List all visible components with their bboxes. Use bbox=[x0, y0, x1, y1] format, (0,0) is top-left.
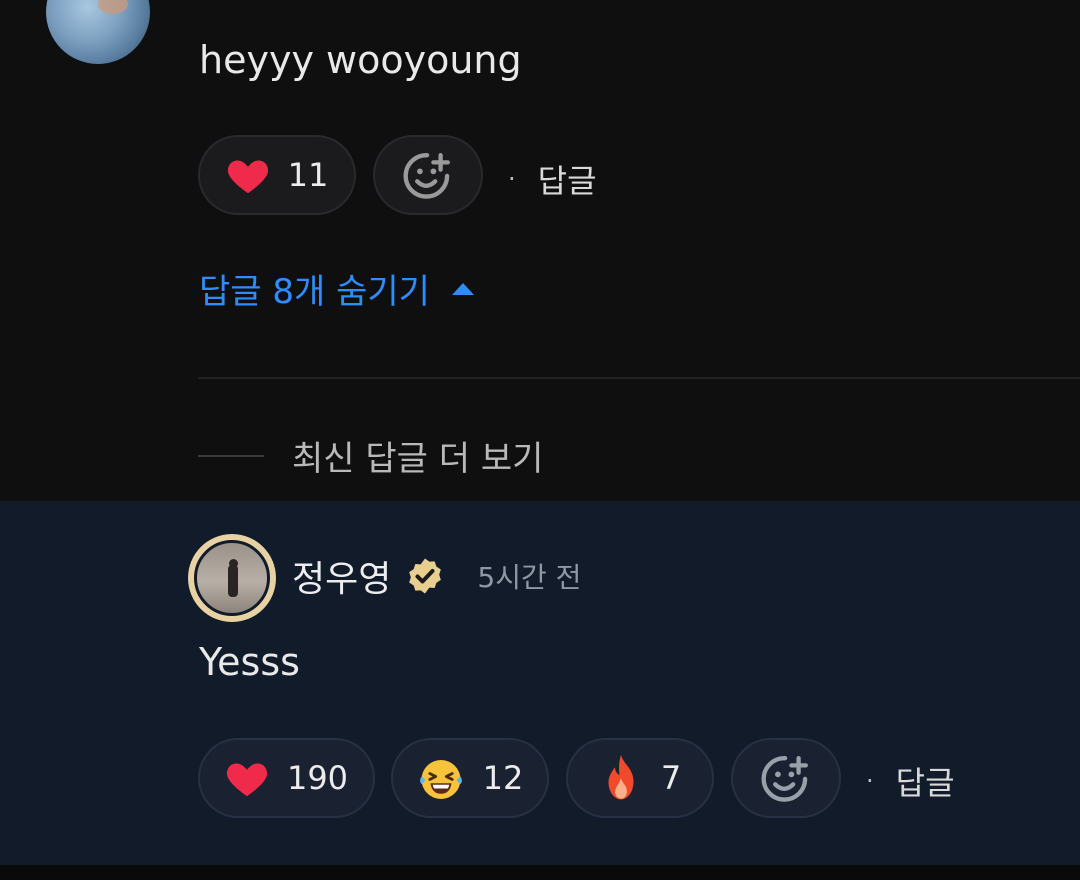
reply-link[interactable]: · 답글 bbox=[866, 758, 955, 804]
reply-link[interactable]: · 답글 bbox=[508, 156, 597, 202]
heart-count: 190 bbox=[286, 759, 349, 797]
heart-count: 11 bbox=[287, 156, 329, 194]
reply-timestamp: 5시간 전 bbox=[477, 561, 582, 594]
load-newer-replies[interactable]: 최신 답글 더 보기 bbox=[198, 431, 543, 480]
reply-header: 정우영 5시간 전 bbox=[292, 550, 581, 602]
add-reaction-button[interactable] bbox=[731, 738, 841, 818]
reply-link-label: 답글 bbox=[537, 162, 597, 200]
separator-dot: · bbox=[866, 767, 874, 795]
reply-author-avatar[interactable] bbox=[188, 534, 276, 622]
laugh-reaction-button[interactable]: 12 bbox=[391, 738, 549, 818]
heart-icon bbox=[226, 763, 268, 797]
heart-reaction-button[interactable]: 11 bbox=[198, 135, 356, 215]
hide-replies-toggle[interactable]: 답글 8개 숨기기 bbox=[199, 264, 474, 313]
chevron-up-icon bbox=[451, 282, 474, 295]
laughing-emoji-icon bbox=[419, 760, 462, 799]
separator-dot: · bbox=[508, 165, 516, 193]
commenter-avatar[interactable] bbox=[46, 0, 150, 64]
heart-icon bbox=[227, 160, 268, 194]
comment-text: heyyy wooyoung bbox=[199, 38, 522, 82]
fire-reaction-button[interactable]: 7 bbox=[566, 738, 714, 818]
laugh-count: 12 bbox=[482, 759, 524, 797]
load-newer-replies-label: 최신 답글 더 보기 bbox=[292, 439, 544, 479]
bottom-edge bbox=[0, 865, 1080, 880]
heart-reaction-button[interactable]: 190 bbox=[198, 738, 375, 818]
add-emoji-icon bbox=[403, 153, 450, 199]
add-reaction-button[interactable] bbox=[373, 135, 483, 215]
reply-author-name[interactable]: 정우영 bbox=[292, 550, 391, 602]
divider bbox=[198, 377, 1080, 379]
reply-text: Yesss bbox=[199, 640, 300, 684]
fire-icon bbox=[608, 754, 634, 800]
divider-short bbox=[198, 454, 264, 457]
verified-badge-icon bbox=[409, 558, 442, 594]
fire-count: 7 bbox=[660, 759, 682, 797]
hide-replies-label: 답글 8개 숨기기 bbox=[199, 272, 430, 312]
reply-link-label: 답글 bbox=[895, 764, 955, 802]
add-emoji-icon bbox=[761, 756, 808, 802]
avatar-photo bbox=[194, 540, 270, 616]
